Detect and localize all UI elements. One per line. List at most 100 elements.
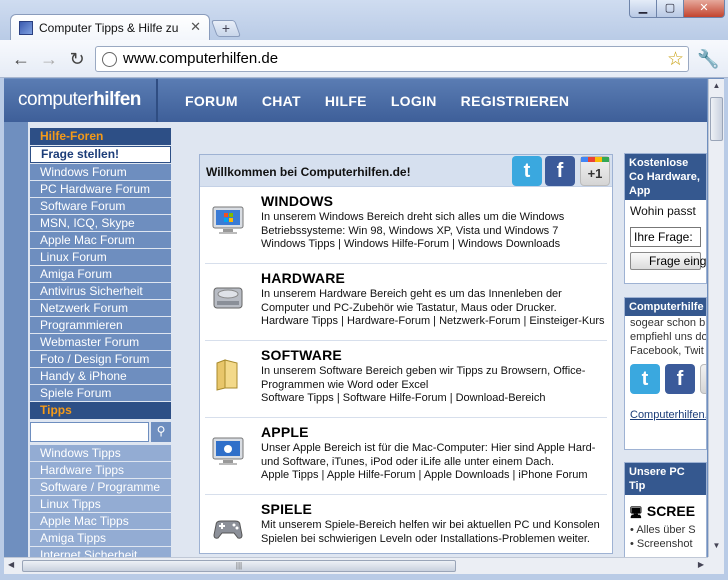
- sidebar-item-amiga-tipps[interactable]: Amiga Tipps: [30, 530, 171, 546]
- header-divider: [156, 79, 158, 122]
- social-box-head: Computerhilfe: [625, 298, 706, 316]
- url-text[interactable]: www.computerhilfen.de: [123, 50, 278, 67]
- sidebar-item-foto-design[interactable]: Foto / Design Forum: [30, 351, 171, 367]
- category-title[interactable]: WINDOWS: [261, 193, 333, 209]
- globe-icon: [102, 52, 117, 67]
- site-header: computerhilfen FORUM CHAT HILFE LOGIN RE…: [4, 79, 707, 122]
- category-title[interactable]: SOFTWARE: [261, 347, 342, 363]
- back-arrow-icon[interactable]: ←: [10, 48, 32, 70]
- category-title[interactable]: SPIELE: [261, 501, 312, 517]
- sidebar-item-internet-sicherheit[interactable]: Internet Sicherheit: [30, 547, 171, 557]
- nav-login[interactable]: LOGIN: [391, 93, 437, 109]
- nav-forum[interactable]: FORUM: [185, 93, 238, 109]
- search-icon[interactable]: ⚲: [151, 422, 171, 442]
- question-input[interactable]: Ihre Frage:: [630, 227, 701, 247]
- scroll-up-icon[interactable]: ▲: [710, 81, 723, 95]
- minimize-button[interactable]: ▁: [629, 0, 657, 18]
- maximize-button[interactable]: ▢: [656, 0, 684, 18]
- address-bar[interactable]: www.computerhilfen.de ☆: [95, 46, 689, 72]
- vertical-scroll-thumb[interactable]: [710, 97, 723, 141]
- sidebar-item-msn-icq-skype[interactable]: MSN, ICQ, Skype: [30, 215, 171, 231]
- horizontal-scrollbar[interactable]: ◀ ||| ▶: [4, 557, 708, 574]
- sidebar-item-antivirus[interactable]: Antivirus Sicherheit: [30, 283, 171, 299]
- tab-close-icon[interactable]: ✕: [190, 19, 201, 35]
- nav-chat[interactable]: CHAT: [262, 93, 301, 109]
- scroll-right-icon[interactable]: ▶: [698, 560, 704, 569]
- logo-text-regular: computer: [18, 89, 94, 110]
- reload-icon[interactable]: ↻: [66, 48, 88, 70]
- title-bar: Computer Tipps & Hilfe zu ✕ + ▁ ▢ ✕: [0, 0, 728, 40]
- page-viewport: computerhilfen FORUM CHAT HILFE LOGIN RE…: [4, 79, 707, 557]
- gamepad-icon: [213, 520, 243, 539]
- category-links[interactable]: Windows Tipps | Windows Hilfe-Forum | Wi…: [261, 238, 560, 250]
- forward-arrow-icon[interactable]: →: [38, 48, 60, 70]
- welcome-panel: Willkommen bei Computerhilfen.de! t f +1…: [199, 154, 613, 554]
- vertical-scrollbar[interactable]: ▲ ▼: [708, 79, 724, 557]
- sidebar-item-spiele-forum[interactable]: Spiele Forum: [30, 385, 171, 401]
- wrench-icon[interactable]: 🔧: [697, 49, 719, 70]
- scroll-left-icon[interactable]: ◀: [8, 560, 14, 569]
- nav-hilfe[interactable]: HILFE: [325, 93, 367, 109]
- scroll-down-icon[interactable]: ▼: [710, 541, 723, 555]
- site-favicon-icon: [19, 20, 33, 35]
- new-tab-button[interactable]: +: [210, 20, 242, 37]
- bookmark-star-icon[interactable]: ☆: [667, 48, 684, 71]
- window-frame-right: [724, 78, 728, 575]
- sidebar-head-foren: Hilfe-Foren: [30, 128, 171, 145]
- tips-box-item-text: Alles über S: [636, 524, 696, 536]
- sidebar-item-windows-tipps[interactable]: Windows Tipps: [30, 445, 171, 461]
- social-icons: t f: [625, 358, 706, 400]
- tips-box-title[interactable]: SCREE: [647, 503, 695, 519]
- category-title[interactable]: HARDWARE: [261, 270, 345, 286]
- horizontal-scroll-thumb[interactable]: |||: [22, 560, 456, 572]
- facebook-icon[interactable]: f: [665, 364, 695, 394]
- sidebar-item-programmieren[interactable]: Programmieren: [30, 317, 171, 333]
- sidebar-item-software-forum[interactable]: Software Forum: [30, 198, 171, 214]
- twitter-icon[interactable]: t: [630, 364, 660, 394]
- category-spiele: SPIELE Mit unserem Spiele-Bereich helfen…: [205, 495, 607, 557]
- sidebar-item-linux-tipps[interactable]: Linux Tipps: [30, 496, 171, 512]
- sidebar-item-linux-forum[interactable]: Linux Forum: [30, 249, 171, 265]
- category-links[interactable]: Hardware Tipps | Hardware-Forum | Netzwe…: [261, 315, 605, 327]
- facebook-icon[interactable]: f: [545, 156, 575, 186]
- submit-question-button[interactable]: Frage eing: [630, 252, 706, 270]
- category-title[interactable]: APPLE: [261, 424, 309, 440]
- sidebar-item-pc-hardware-forum[interactable]: PC Hardware Forum: [30, 181, 171, 197]
- google-plus-one-icon[interactable]: +1: [580, 156, 610, 186]
- nav-registrieren[interactable]: REGISTRIEREN: [461, 93, 570, 109]
- monitor-icon: 🖥: [629, 507, 643, 519]
- monitor-apple-icon: [212, 437, 244, 465]
- folder-icon: [216, 359, 238, 391]
- tips-box-item[interactable]: • Screenshot: [625, 537, 706, 551]
- tipps-search-input[interactable]: [30, 422, 149, 442]
- sidebar-item-windows-forum[interactable]: Windows Forum: [30, 164, 171, 180]
- tips-box-item[interactable]: • Alles über S: [625, 523, 706, 537]
- google-plus-icon[interactable]: [700, 364, 706, 394]
- sidebar-item-handy-iphone[interactable]: Handy & iPhone: [30, 368, 171, 384]
- browser-tab[interactable]: Computer Tipps & Hilfe zu ✕: [10, 14, 210, 40]
- site-logo[interactable]: computerhilfen: [18, 89, 141, 111]
- monitor-windows-icon: [212, 206, 244, 234]
- plus-icon: +: [221, 20, 231, 36]
- sidebar-item-apple-mac-tipps[interactable]: Apple Mac Tipps: [30, 513, 171, 529]
- social-box-line: empfiehl uns do: [630, 331, 707, 343]
- sidebar-item-webmaster-forum[interactable]: Webmaster Forum: [30, 334, 171, 350]
- ask-question-link[interactable]: Frage stellen!: [30, 146, 171, 163]
- sidebar-item-netzwerk-forum[interactable]: Netzwerk Forum: [30, 300, 171, 316]
- twitter-icon[interactable]: t: [512, 156, 542, 186]
- category-links[interactable]: Software Tipps | Software Hilfe-Forum | …: [261, 392, 546, 404]
- logo-text-bold: hilfen: [93, 89, 141, 110]
- tab-title: Computer Tipps & Hilfe zu: [39, 20, 179, 35]
- social-box: Computerhilfe sogear schon b empfiehl un…: [624, 297, 707, 450]
- sidebar-item-hardware-tipps[interactable]: Hardware Tipps: [30, 462, 171, 478]
- category-description: Unser Apple Bereich ist für die Mac-Comp…: [261, 442, 596, 468]
- sidebar-item-amiga-forum[interactable]: Amiga Forum: [30, 266, 171, 282]
- close-window-button[interactable]: ✕: [683, 0, 725, 18]
- sidebar-head-tipps: Tipps: [30, 402, 171, 419]
- computerhilfen-link[interactable]: Computerhilfen.: [625, 408, 706, 422]
- category-links[interactable]: Apple Tipps | Apple Hilfe-Forum | Apple …: [261, 469, 588, 481]
- category-description: In unserem Hardware Bereich geht es um d…: [261, 288, 562, 314]
- sidebar-item-software-programme[interactable]: Software / Programme: [30, 479, 171, 495]
- sidebar-item-apple-mac-forum[interactable]: Apple Mac Forum: [30, 232, 171, 248]
- category-hardware: HARDWARE In unserem Hardware Bereich geh…: [205, 264, 607, 341]
